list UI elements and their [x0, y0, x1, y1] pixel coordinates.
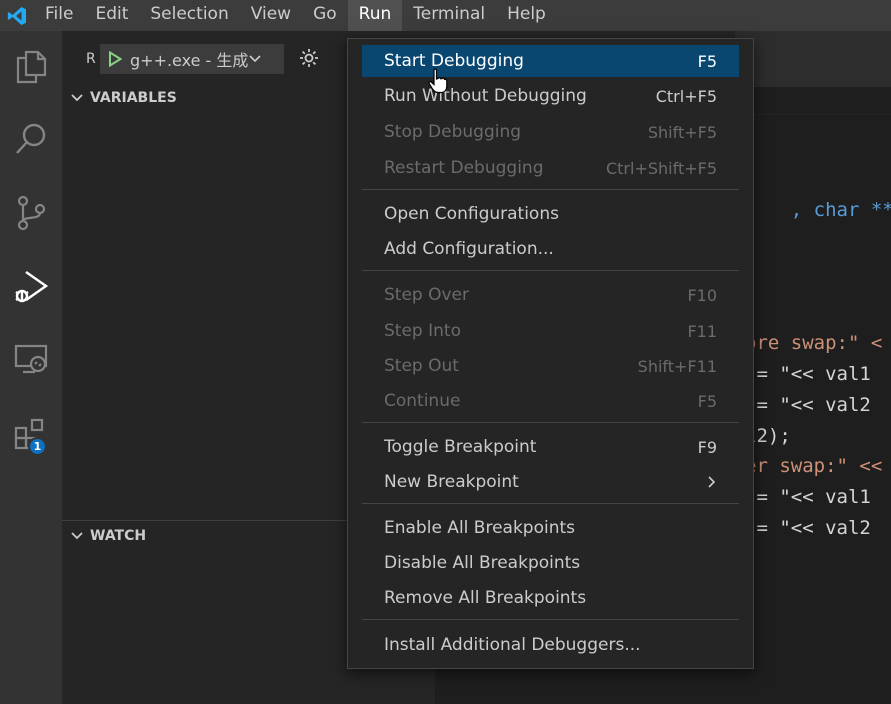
code-line: = "<< val1	[745, 486, 871, 508]
code-line: er swap:" <<	[745, 455, 883, 477]
code-line: = "<< val2	[745, 517, 871, 539]
menu-item-run-without-debugging[interactable]: Run Without Debugging Ctrl+F5	[362, 80, 739, 112]
watch-title: WATCH	[90, 528, 147, 544]
menu-go[interactable]: Go	[302, 0, 348, 31]
menu-item-open-configurations[interactable]: Open Configurations	[362, 198, 739, 230]
menu-selection[interactable]: Selection	[139, 0, 239, 31]
run-debug-icon[interactable]	[0, 259, 62, 315]
menu-edit[interactable]: Edit	[84, 0, 139, 31]
menu-item-stop-debugging: Stop Debugging Shift+F5	[384, 122, 717, 142]
menu-item-continue: Continue F5	[384, 391, 717, 411]
menu-item-step-out: Step Out Shift+F11	[384, 356, 717, 376]
activity-bar: 1	[0, 31, 62, 704]
menu-item-disable-all-breakpoints[interactable]: Disable All Breakpoints	[362, 547, 739, 579]
menu-item-remove-all-breakpoints[interactable]: Remove All Breakpoints	[362, 582, 739, 614]
chevron-right-icon	[708, 476, 716, 488]
launch-config-label: g++.exe - 生成	[130, 51, 248, 70]
menu-item-start-debugging[interactable]: Start Debugging F5	[362, 45, 739, 77]
launch-config-select[interactable]: g++.exe - 生成	[100, 44, 284, 74]
editor-tab[interactable]	[735, 31, 891, 87]
menu-item-step-into: Step Into F11	[384, 321, 717, 341]
menu-item-step-over: Step Over F10	[384, 285, 717, 305]
hand-cursor-icon	[428, 68, 448, 98]
code-fragment: , char **arg	[790, 199, 891, 221]
source-control-icon[interactable]	[0, 185, 62, 241]
menu-file[interactable]: File	[34, 0, 84, 31]
chevron-down-icon	[249, 55, 261, 63]
menu-item-toggle-breakpoint[interactable]: Toggle Breakpoint F9	[362, 431, 739, 463]
code-line: , char **arg	[745, 177, 891, 243]
remote-explorer-icon[interactable]	[0, 331, 62, 387]
menu-item-install-additional-debuggers[interactable]: Install Additional Debuggers...	[362, 629, 739, 661]
extensions-badge: 1	[28, 437, 47, 456]
menu-separator	[362, 422, 739, 423]
menu-item-enable-all-breakpoints[interactable]: Enable All Breakpoints	[362, 512, 739, 544]
menu-item-restart-debugging: Restart Debugging Ctrl+Shift+F5	[384, 158, 717, 178]
sidebar-title: R	[86, 50, 96, 67]
vscode-logo-icon	[0, 0, 34, 31]
chevron-down-icon	[71, 532, 83, 540]
menu-separator	[362, 619, 739, 620]
explorer-icon[interactable]	[0, 39, 62, 95]
extensions-icon[interactable]: 1	[0, 405, 62, 461]
code-line: ore swap:" <	[745, 332, 883, 354]
search-icon[interactable]	[0, 111, 62, 167]
code-line: = "<< val1	[745, 363, 871, 385]
menu-item-add-configuration[interactable]: Add Configuration...	[362, 233, 739, 265]
menu-separator	[362, 189, 739, 190]
menu-view[interactable]: View	[240, 0, 302, 31]
menu-run[interactable]: Run	[347, 0, 403, 31]
menu-help[interactable]: Help	[496, 0, 557, 31]
run-menu-dropdown: Start Debugging F5 Run Without Debugging…	[347, 38, 754, 669]
menu-separator	[362, 270, 739, 271]
variables-title: VARIABLES	[90, 90, 177, 106]
menu-terminal[interactable]: Terminal	[402, 0, 496, 31]
code-line: = "<< val2	[745, 394, 871, 416]
menu-item-new-breakpoint[interactable]: New Breakpoint	[362, 466, 739, 498]
menu-bar: File Edit Selection View Go Run Terminal…	[0, 0, 891, 31]
start-debugging-icon[interactable]	[108, 51, 122, 67]
gear-icon[interactable]	[298, 47, 320, 73]
menu-separator	[362, 503, 739, 504]
chevron-down-icon	[71, 94, 83, 102]
